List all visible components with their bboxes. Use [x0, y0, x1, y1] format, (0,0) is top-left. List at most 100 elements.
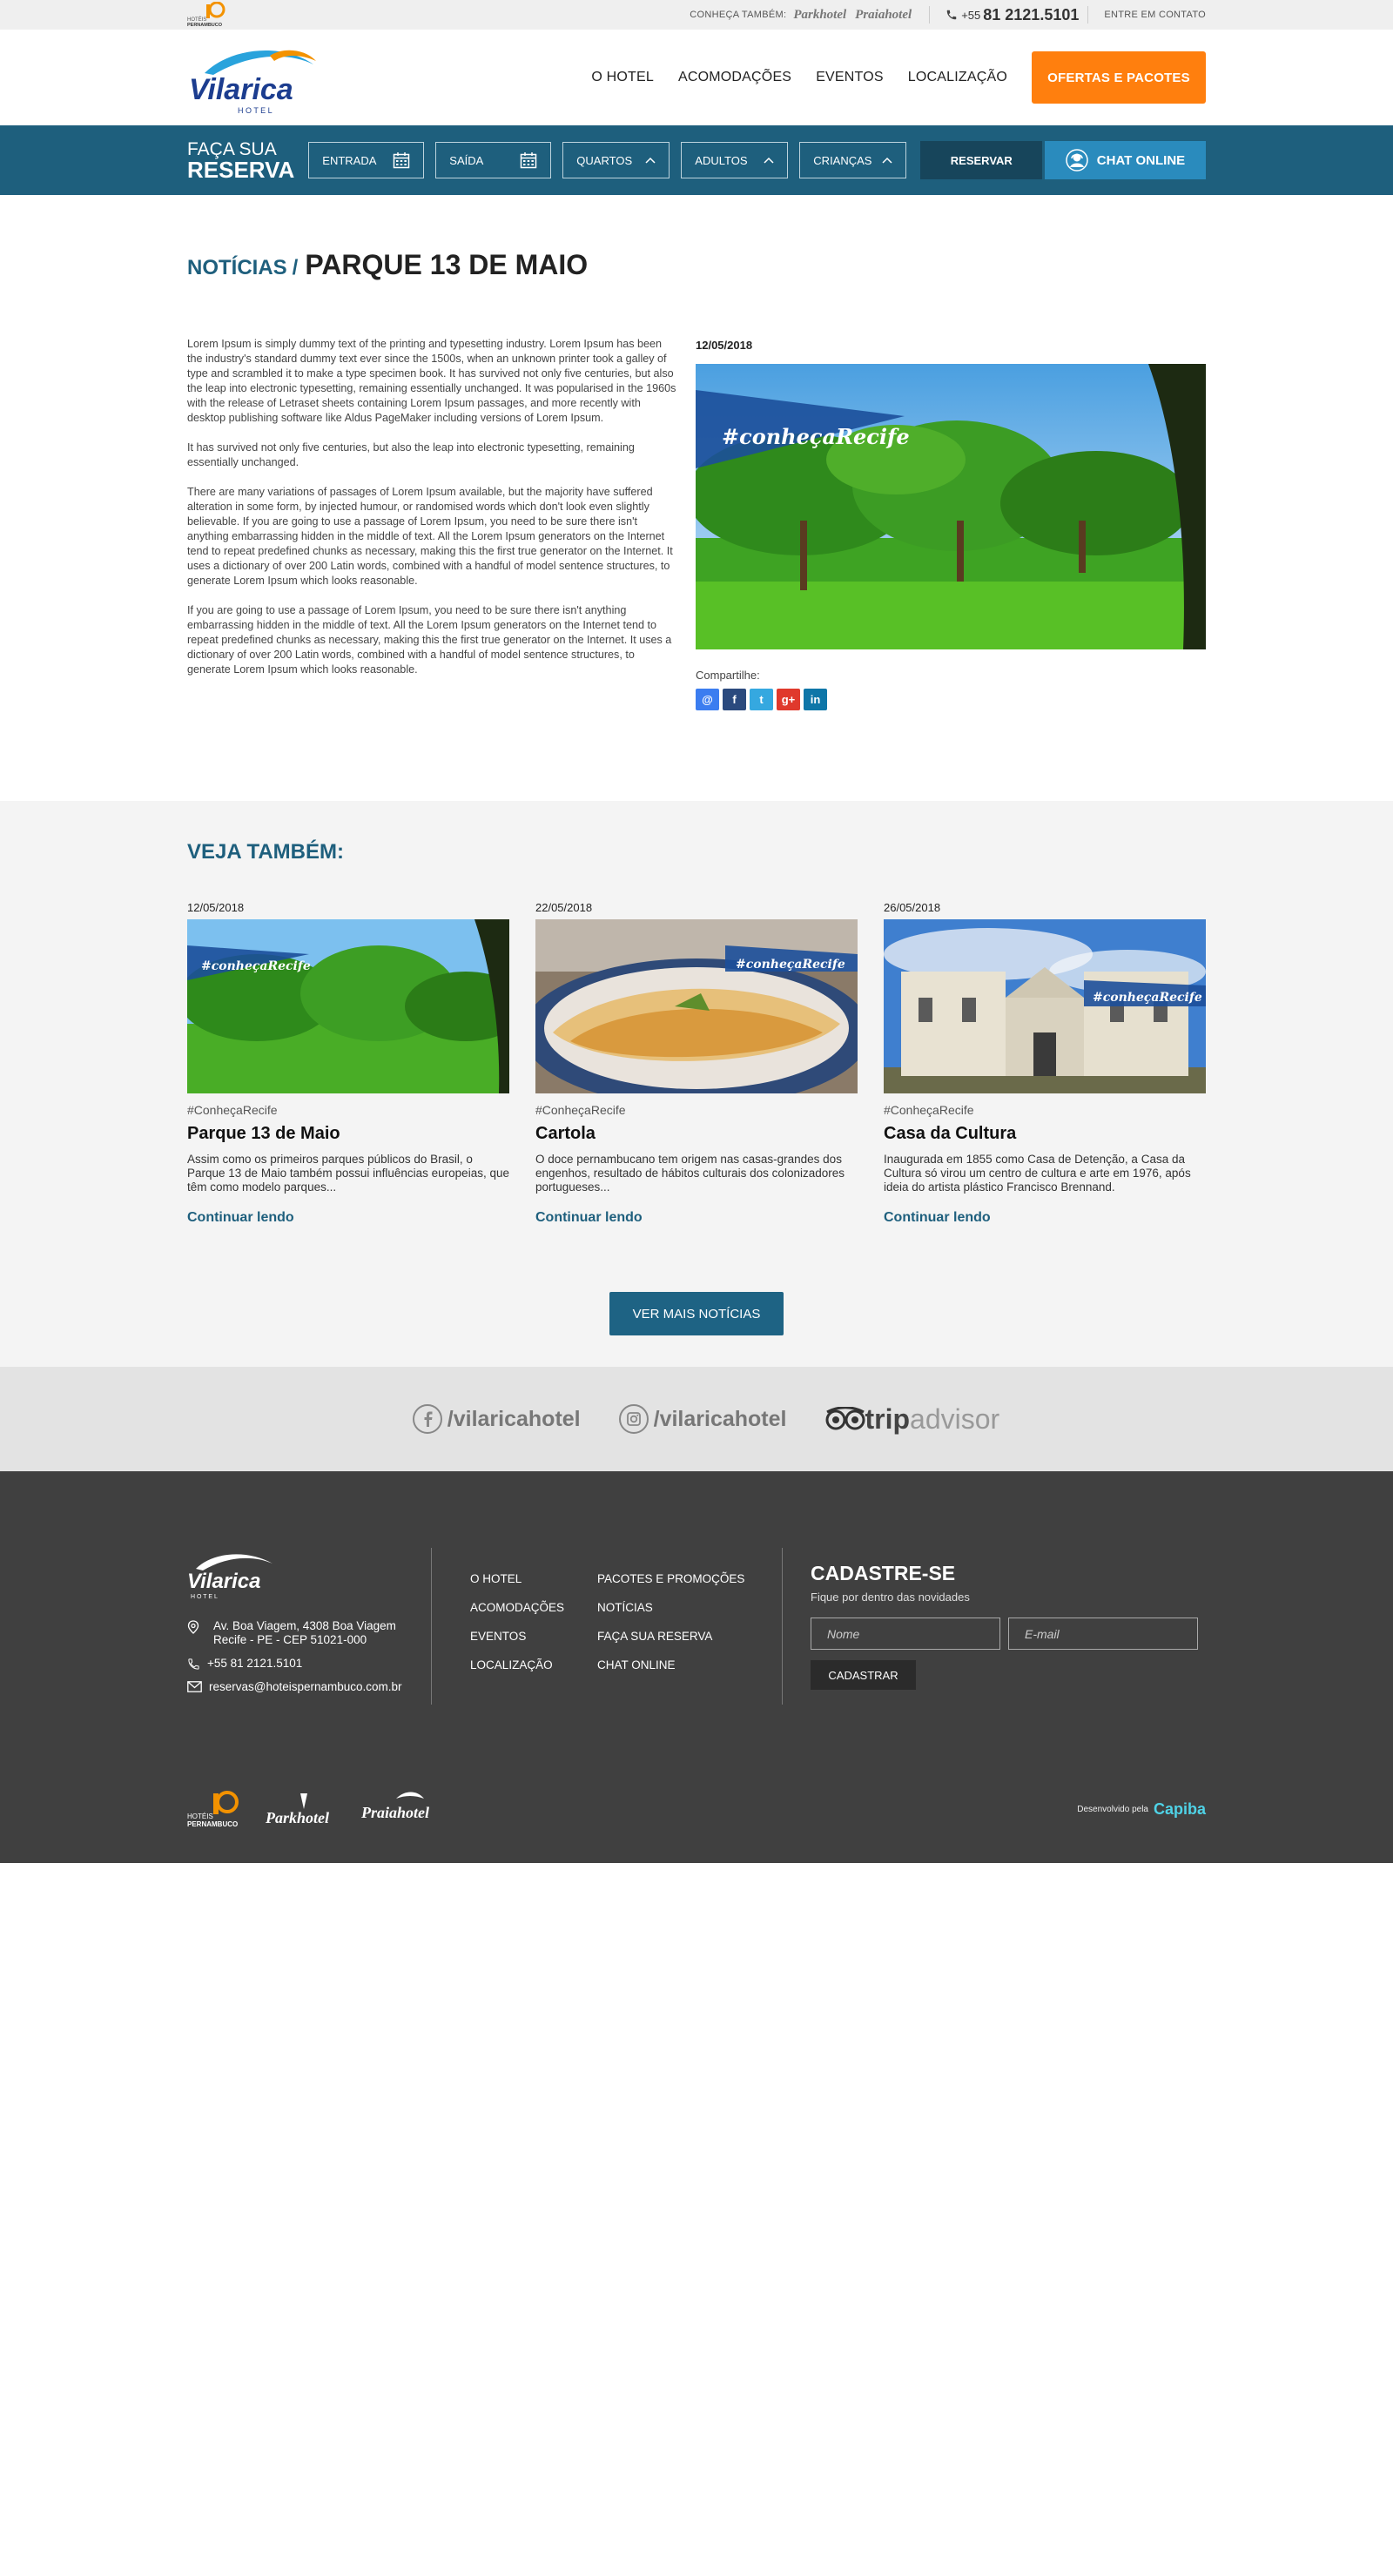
newsletter-subtitle: Fique por dentro das novidades: [811, 1591, 970, 1604]
card-title[interactable]: Casa da Cultura: [884, 1124, 1206, 1144]
parkhotel-footer-logo[interactable]: Parkhotel: [266, 1790, 339, 1828]
svg-text:H O T E L: H O T E L: [238, 106, 273, 115]
footer-link-acomodacoes[interactable]: ACOMODAÇÕES: [470, 1601, 597, 1630]
footer-phone[interactable]: +55 81 2121.5101: [187, 1657, 431, 1671]
map-pin-icon: [187, 1620, 199, 1634]
card-title[interactable]: Parque 13 de Maio: [187, 1124, 509, 1144]
booking-title-line1: FAÇA SUA: [187, 138, 277, 159]
card-excerpt: Inaugurada em 1855 como Casa de Detenção…: [884, 1153, 1191, 1194]
address-line1: Av. Boa Viagem, 4308 Boa Viagem: [213, 1619, 396, 1632]
offers-button[interactable]: OFERTAS E PACOTES: [1032, 51, 1206, 104]
instagram-link[interactable]: /vilaricahotel: [618, 1404, 787, 1434]
news-card[interactable]: 22/05/2018 #conheçaRecife #ConheçaRecife…: [535, 901, 858, 1226]
contact-link[interactable]: ENTRE EM CONTATO: [1104, 10, 1206, 20]
praiahotel-footer-logo[interactable]: Praiahotel: [361, 1790, 443, 1828]
facebook-handle: /vilaricahotel: [447, 1406, 581, 1431]
card-tag[interactable]: #ConheçaRecife: [535, 1103, 858, 1117]
facebook-link[interactable]: /vilaricahotel: [412, 1404, 581, 1434]
newsletter: CADASTRE-SE Fique por dentro das novidad…: [783, 1548, 1206, 1705]
nav-item-localizacao[interactable]: LOCALIZAÇÃO: [908, 70, 1007, 85]
nav-item-acomodacoes[interactable]: ACOMODAÇÕES: [678, 70, 791, 85]
checkout-field[interactable]: SAÍDA: [435, 142, 552, 178]
footer-link-noticias[interactable]: NOTÍCIAS: [597, 1601, 782, 1630]
reserve-button[interactable]: RESERVAR: [920, 141, 1043, 179]
card-date: 22/05/2018: [535, 901, 593, 914]
footer-link-pacotes[interactable]: PACOTES E PROMOÇÕES: [597, 1572, 782, 1601]
continue-reading-link[interactable]: Continuar lendo: [187, 1210, 509, 1226]
svg-text:#conheçaRecife: #conheçaRecife: [722, 424, 910, 449]
card-image[interactable]: #conheçaRecife: [187, 919, 509, 1093]
svg-text:Parkhotel: Parkhotel: [266, 1809, 329, 1826]
calendar-icon: [394, 152, 410, 169]
footer-link-localizacao[interactable]: LOCALIZAÇÃO: [470, 1658, 597, 1687]
facebook-share-icon[interactable]: f: [723, 689, 746, 710]
card-excerpt: Assim como os primeiros parques públicos…: [187, 1153, 509, 1194]
children-select[interactable]: CRIANÇAS: [799, 142, 907, 178]
twitter-share-icon[interactable]: t: [750, 689, 773, 710]
svg-text:HOTÉIS: HOTÉIS: [187, 1813, 213, 1820]
phone-icon: [946, 10, 957, 20]
svg-text:Vilarica: Vilarica: [189, 73, 293, 106]
share-buttons: @ f t g+ in: [696, 689, 1206, 710]
adults-select[interactable]: ADULTOS: [681, 142, 789, 178]
subscribe-button[interactable]: CADASTRAR: [811, 1660, 916, 1690]
header: Vilarica H O T E L O HOTEL ACOMODAÇÕES E…: [0, 30, 1393, 125]
card-tag[interactable]: #ConheçaRecife: [884, 1103, 1206, 1117]
svg-text:#conheçaRecife: #conheçaRecife: [1093, 991, 1202, 1005]
email-field[interactable]: E-mail: [1008, 1618, 1198, 1650]
see-also-section: VEJA TAMBÉM: 12/05/2018 #conheçaRecife #…: [0, 801, 1393, 1367]
continue-reading-link[interactable]: Continuar lendo: [884, 1210, 1206, 1226]
phone-link[interactable]: +55 81 2121.5101: [945, 6, 1079, 24]
hoteis-pernambuco-footer-logo[interactable]: HOTÉIS PERNAMBUCO: [187, 1790, 243, 1828]
praiahotel-link[interactable]: Praiahotel: [855, 8, 912, 23]
footer-link-eventos[interactable]: EVENTOS: [470, 1630, 597, 1658]
article-image: #conheçaRecife: [696, 364, 1206, 649]
news-card[interactable]: 12/05/2018 #conheçaRecife #ConheçaRecife: [187, 901, 509, 1226]
footer-link-chat[interactable]: CHAT ONLINE: [597, 1658, 782, 1687]
article-section: NOTÍCIAS / PARQUE 13 DE MAIO Lorem Ipsum…: [0, 195, 1393, 801]
see-also-title: VEJA TAMBÉM:: [187, 840, 344, 864]
card-tag[interactable]: #ConheçaRecife: [187, 1103, 509, 1117]
continue-reading-link[interactable]: Continuar lendo: [535, 1210, 858, 1226]
rooms-select[interactable]: QUARTOS: [562, 142, 670, 178]
linkedin-share-icon[interactable]: in: [804, 689, 827, 710]
footer-logo[interactable]: Vilarica H O T E L: [187, 1548, 274, 1600]
more-news-button[interactable]: VER MAIS NOTÍCIAS: [609, 1292, 784, 1335]
developer-name: Capiba: [1153, 1799, 1206, 1818]
rooms-label: QUARTOS: [576, 153, 633, 167]
breadcrumb-news-link[interactable]: NOTÍCIAS: [187, 256, 287, 280]
hoteis-pernambuco-logo[interactable]: HOTÉIS PERNAMBUCO: [187, 2, 227, 28]
footer-email[interactable]: reservas@hoteispernambuco.com.br: [187, 1680, 431, 1694]
nav-item-hotel[interactable]: O HOTEL: [591, 70, 654, 85]
article-paragraph: Lorem Ipsum is simply dummy text of the …: [187, 338, 676, 424]
name-field[interactable]: Nome: [811, 1618, 1000, 1650]
developer-credit[interactable]: Desenvolvido pela Capiba: [1077, 1800, 1206, 1819]
svg-text:PERNAMBUCO: PERNAMBUCO: [187, 1820, 238, 1828]
tripadvisor-link[interactable]: trip advisor: [825, 1402, 1000, 1436]
parkhotel-link[interactable]: Parkhotel: [793, 8, 846, 23]
address-line2: Recife - PE - CEP 51021-000: [213, 1633, 367, 1646]
tripadvisor-word-advisor: advisor: [910, 1402, 1000, 1435]
email-share-icon[interactable]: @: [696, 689, 719, 710]
instagram-icon: [618, 1404, 649, 1434]
checkin-field[interactable]: ENTRADA: [308, 142, 425, 178]
card-image[interactable]: #conheçaRecife: [535, 919, 858, 1093]
booking-bar: FAÇA SUA RESERVA ENTRADA SAÍDA QUARTOS A…: [0, 125, 1393, 195]
svg-text:H O T E L: H O T E L: [191, 1594, 218, 1600]
svg-text:Vilarica: Vilarica: [187, 1570, 261, 1593]
chat-online-button[interactable]: CHAT ONLINE: [1045, 141, 1206, 179]
card-date: 12/05/2018: [187, 901, 245, 914]
footer-link-hotel[interactable]: O HOTEL: [470, 1572, 597, 1601]
card-title[interactable]: Cartola: [535, 1124, 858, 1144]
nav-item-eventos[interactable]: EVENTOS: [816, 70, 884, 85]
chevron-up-icon: [882, 157, 892, 164]
chevron-up-icon: [764, 157, 774, 164]
news-card[interactable]: 26/05/2018 #conheçaRecife #ConheçaRecife…: [884, 901, 1206, 1226]
card-image[interactable]: #conheçaRecife: [884, 919, 1206, 1093]
instagram-handle: /vilaricahotel: [653, 1406, 787, 1431]
developer-label: Desenvolvido pela: [1077, 1804, 1148, 1814]
vilarica-logo[interactable]: Vilarica H O T E L: [187, 38, 318, 117]
footer-link-reserva[interactable]: FAÇA SUA RESERVA: [597, 1630, 782, 1658]
card-date: 26/05/2018: [884, 901, 941, 914]
googleplus-share-icon[interactable]: g+: [777, 689, 800, 710]
